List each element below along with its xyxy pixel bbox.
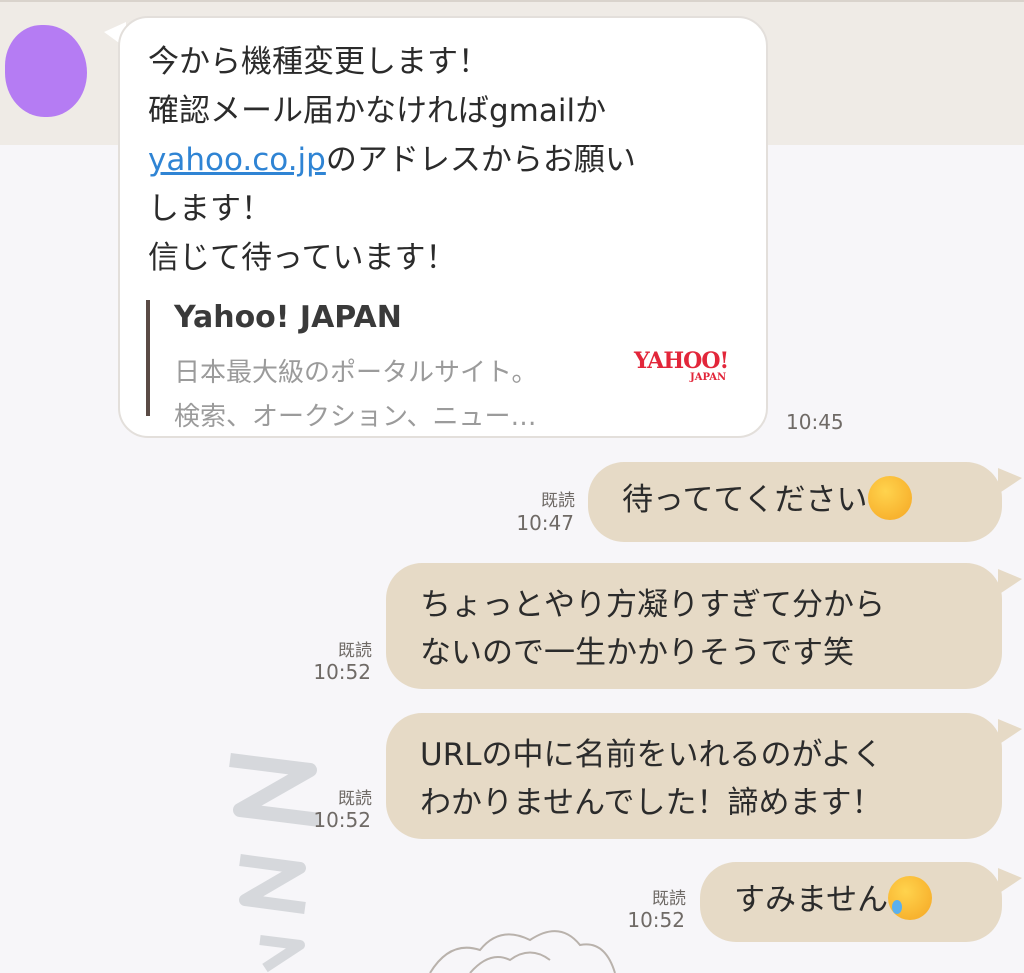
character-hair-icon [429, 930, 616, 973]
outgoing-message-text: すみません [734, 882, 889, 918]
outgoing-bubble-tail [998, 868, 1022, 894]
message-time: 10:45 [786, 410, 844, 434]
outgoing-message-bubble[interactable]: 待っててください [588, 462, 1002, 542]
read-receipt: 既読 [652, 889, 686, 909]
link-preview-title: Yahoo! JAPAN [174, 300, 402, 335]
relieved-face-emoji-icon [867, 475, 912, 520]
read-receipt: 既読 [338, 641, 372, 661]
outgoing-bubble-tail [998, 719, 1022, 745]
link-preview-description: 検索、オークション、ニュー… [174, 402, 537, 432]
read-receipt: 既読 [338, 789, 372, 809]
outgoing-message-text: わかりませんでした！諦めます！ [420, 785, 883, 821]
outgoing-message-text: ちょっとやり方凝りすぎて分から [420, 587, 885, 623]
zzz-decoration-icon [229, 753, 321, 973]
yahoo-logo: YAHOO! JAPAN [634, 348, 729, 383]
incoming-message-bubble[interactable]: 今から機種変更します！ 確認メール届かなければgmailか yahoo.co.j… [118, 16, 768, 438]
outgoing-bubble-tail [998, 569, 1022, 595]
outgoing-message-bubble[interactable]: URLの中に名前をいれるのがよく わかりませんでした！諦めます！ [386, 713, 1002, 839]
outgoing-message-bubble[interactable]: すみません [700, 862, 1002, 942]
outgoing-message-text: URLの中に名前をいれるのがよく [420, 737, 883, 773]
message-time: 10:52 [627, 908, 685, 932]
message-time: 10:52 [313, 808, 371, 832]
sad-sweat-face-emoji-icon [888, 875, 933, 920]
outgoing-message-text: 待っててください [622, 482, 868, 518]
link-preview[interactable]: Yahoo! JAPAN 日本最大級のポータルサイト。 検索、オークション、ニュ… [146, 300, 750, 432]
message-link[interactable]: yahoo.co.jp [148, 142, 326, 178]
message-time: 10:52 [313, 660, 371, 684]
message-time: 10:47 [516, 511, 574, 535]
read-receipt: 既読 [541, 491, 575, 511]
outgoing-message-text: ないので一生かかりそうです笑 [420, 635, 854, 671]
incoming-message-text: 今から機種変更します！ 確認メール届かなければgmailか yahoo.co.j… [148, 44, 636, 276]
link-preview-description: 日本最大級のポータルサイト。 [174, 358, 538, 388]
outgoing-message-bubble[interactable]: ちょっとやり方凝りすぎて分から ないので一生かかりそうです笑 [386, 563, 1002, 689]
outgoing-bubble-tail [998, 468, 1022, 494]
avatar[interactable] [5, 25, 87, 117]
